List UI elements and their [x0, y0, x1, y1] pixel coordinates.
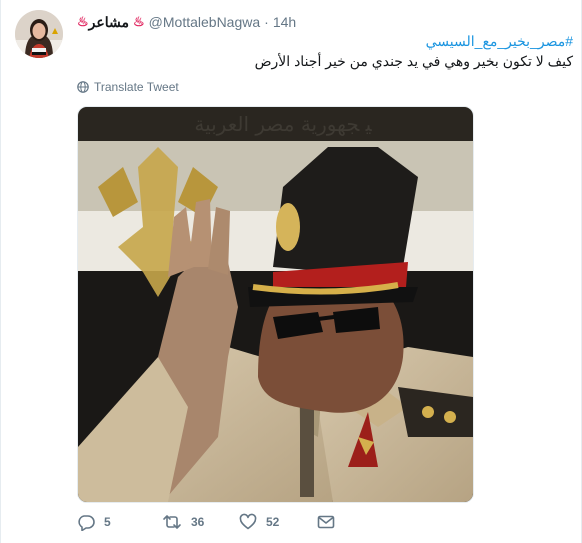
tweet-header: ♨ مشاعر ♨ @MottalebNagwa · 14h — [77, 12, 296, 32]
tweet-actions: 5 36 52 — [77, 513, 477, 535]
avatar[interactable] — [15, 10, 63, 58]
separator-dot: · — [264, 14, 269, 30]
author-name[interactable]: مشاعر — [89, 14, 129, 31]
hot-springs-icon: ♨ — [77, 14, 89, 29]
heart-icon — [239, 513, 257, 530]
tweet-body: كيف لا تكون بخير وهي في يد جندي من خير أ… — [254, 53, 573, 69]
hot-springs-icon: ♨ — [133, 14, 145, 29]
reply-icon — [78, 515, 95, 531]
translate-label[interactable]: Translate Tweet — [94, 80, 179, 94]
tweet-text: #مصر_بخير_مع_السيسي كيف لا تكون بخير وهي… — [83, 31, 573, 71]
translate-tweet-link[interactable]: Translate Tweet — [77, 80, 179, 94]
tweet-photo[interactable]: ﯿ ﺠﻬﻮﺭﻳﺔ ﻣﺼﺮ ﺍﻟﻌﺮﺑﻴﺔ — [77, 106, 474, 503]
like-count: 52 — [266, 515, 280, 529]
svg-text:ﯿ ﺠﻬﻮﺭﻳﺔ ﻣﺼﺮ ﺍﻟﻌﺮﺑﻴﺔ: ﯿ ﺠﻬﻮﺭﻳﺔ ﻣﺼﺮ ﺍﻟﻌﺮﺑﻴﺔ — [194, 112, 372, 136]
reply-button[interactable]: 5 — [77, 513, 111, 531]
tweet-time[interactable]: 14h — [273, 14, 296, 30]
salute-portrait-image: ﯿ ﺠﻬﻮﺭﻳﺔ ﻣﺼﺮ ﺍﻟﻌﺮﺑﻴﺔ — [78, 107, 473, 502]
retweet-button[interactable]: 36 — [162, 513, 204, 531]
direct-message-button[interactable] — [317, 513, 344, 531]
author-handle[interactable]: @MottalebNagwa — [149, 14, 261, 30]
reply-count: 5 — [104, 515, 111, 529]
retweet-icon — [163, 515, 181, 529]
tweet-card[interactable]: ♨ مشاعر ♨ @MottalebNagwa · 14h #مصر_بخير… — [0, 0, 582, 543]
envelope-icon — [317, 515, 335, 529]
globe-icon — [77, 81, 89, 93]
like-button[interactable]: 52 — [239, 513, 279, 531]
hashtag-link[interactable]: #مصر_بخير_مع_السيسي — [83, 31, 573, 51]
retweet-count: 36 — [191, 515, 205, 529]
